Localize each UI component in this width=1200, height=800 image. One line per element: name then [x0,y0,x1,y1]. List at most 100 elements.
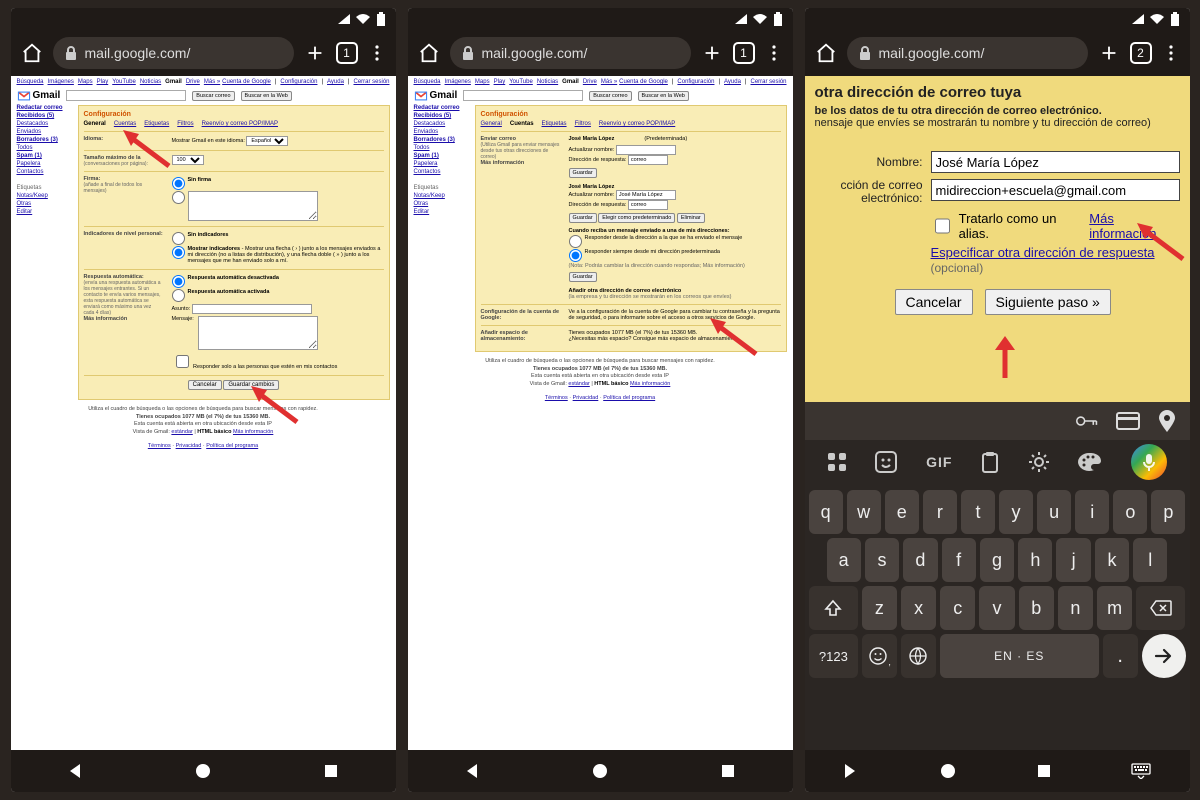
search-web-button[interactable]: Buscar en la Web [638,91,689,101]
show-indicators-radio[interactable] [172,246,185,259]
back-icon[interactable] [843,762,861,780]
new-tab-icon[interactable] [304,42,326,64]
cancel-button[interactable]: Cancelar [188,380,222,390]
gear-icon[interactable] [1028,451,1050,473]
backspace-key[interactable] [1136,586,1185,630]
save-button[interactable]: Guardar cambios [223,380,279,390]
key[interactable]: j [1056,538,1090,582]
settings-tabs[interactable]: General Cuentas Etiquetas Filtros Reenví… [481,121,781,127]
update-name-input[interactable] [616,145,676,155]
language-key[interactable] [901,634,936,678]
recents-icon[interactable] [719,762,737,780]
google-services-links[interactable]: BúsquedaImágenesMapsPlayYouTubeNoticiasG… [17,79,221,85]
symbols-key[interactable]: ?123 [809,634,859,678]
key[interactable]: d [903,538,937,582]
search-mail-button[interactable]: Buscar correo [192,91,234,101]
name-input[interactable] [931,151,1180,173]
signature-text-radio[interactable] [172,191,185,204]
shift-key[interactable] [809,586,858,630]
back-icon[interactable] [463,762,481,780]
search-input[interactable] [66,90,186,101]
specify-reply-link[interactable]: Especificar otra dirección de respuesta [931,245,1155,260]
gif-button[interactable]: GIF [926,454,952,470]
home-icon[interactable] [21,42,43,64]
signature-none-radio[interactable] [172,177,185,190]
key[interactable]: t [961,490,995,534]
key[interactable]: x [901,586,936,630]
pagesize-select[interactable]: 100 [172,155,204,165]
update-name-input-2[interactable] [616,190,676,200]
hide-keyboard-icon[interactable] [1131,763,1151,779]
location-pin-icon[interactable] [1158,410,1176,432]
key[interactable]: v [979,586,1014,630]
home-icon[interactable] [815,42,837,64]
new-tab-icon[interactable] [701,42,723,64]
no-indicators-radio[interactable] [172,232,185,245]
search-web-button[interactable]: Buscar en la Web [241,91,292,101]
account-links[interactable]: Cuenta de Google|Configuración|Ayuda|Cer… [222,79,389,85]
cancel-button[interactable]: Cancelar [895,289,973,315]
tabs-button[interactable]: 1 [336,42,358,64]
key[interactable]: g [980,538,1014,582]
home-icon[interactable] [939,762,957,780]
grid-icon[interactable] [827,452,847,472]
key[interactable]: i [1075,490,1109,534]
recents-icon[interactable] [1035,762,1053,780]
key[interactable]: r [923,490,957,534]
save-button[interactable]: Guardar [569,213,597,223]
recents-icon[interactable] [322,762,340,780]
delete-button[interactable]: Eliminar [677,213,705,223]
home-icon[interactable] [418,42,440,64]
menu-icon[interactable] [765,44,783,62]
home-icon[interactable] [591,762,609,780]
google-services-links[interactable]: BúsquedaImágenesMapsPlayYouTubeNoticiasG… [414,79,618,85]
key[interactable]: e [885,490,919,534]
sticker-icon[interactable] [875,451,897,473]
android-nav-bar[interactable] [408,750,793,792]
autoreply-subject-input[interactable] [192,304,312,314]
key[interactable]: y [999,490,1033,534]
emoji-key[interactable]: , [862,634,897,678]
key[interactable]: z [862,586,897,630]
key[interactable]: n [1058,586,1093,630]
next-step-button[interactable]: Siguiente paso » [985,289,1111,315]
android-nav-bar[interactable] [11,750,396,792]
key[interactable]: w [847,490,881,534]
keyboard[interactable]: GIF q w e r t y u i o p [805,402,1190,750]
search-input[interactable] [463,90,583,101]
key[interactable]: f [942,538,976,582]
autoreply-on-radio[interactable] [172,289,185,302]
key[interactable]: b [1019,586,1054,630]
reply-addr-input-2[interactable] [628,200,668,210]
tabs-button[interactable]: 2 [1130,42,1152,64]
make-default-button[interactable]: Elegir como predeterminado [598,213,675,223]
gmail-sidebar[interactable]: Redactar correoRecibidos (5)DestacadosEn… [414,105,469,352]
key[interactable]: o [1113,490,1147,534]
settings-tabs[interactable]: General Cuentas Etiquetas Filtros Reenví… [84,121,384,127]
account-links[interactable]: Cuenta de Google|Configuración|Ayuda|Cer… [619,79,786,85]
reply-addr-input[interactable] [628,155,668,165]
new-tab-icon[interactable] [1098,42,1120,64]
key[interactable]: u [1037,490,1071,534]
palette-icon[interactable] [1078,452,1102,472]
key[interactable]: a [827,538,861,582]
spacebar-key[interactable]: EN · ES [940,634,1099,678]
language-select[interactable]: Español [246,136,288,146]
key[interactable]: p [1151,490,1185,534]
clipboard-icon[interactable] [981,451,999,473]
autoreply-off-radio[interactable] [172,275,185,288]
key[interactable]: q [809,490,843,534]
key[interactable]: k [1095,538,1129,582]
key[interactable]: s [865,538,899,582]
key[interactable]: l [1133,538,1167,582]
url-bar[interactable]: mail.google.com/ [53,37,294,69]
url-bar[interactable]: mail.google.com/ [450,37,691,69]
key[interactable]: h [1018,538,1052,582]
gmail-sidebar[interactable]: Redactar correo Recibidos (5) Destacados… [17,105,72,400]
credit-card-icon[interactable] [1116,412,1140,430]
url-bar[interactable]: mail.google.com/ [847,37,1088,69]
save-button[interactable]: Guardar [569,272,597,282]
mic-button[interactable] [1131,444,1167,480]
signature-textarea[interactable] [188,191,318,221]
autoreply-body-textarea[interactable] [198,316,318,350]
